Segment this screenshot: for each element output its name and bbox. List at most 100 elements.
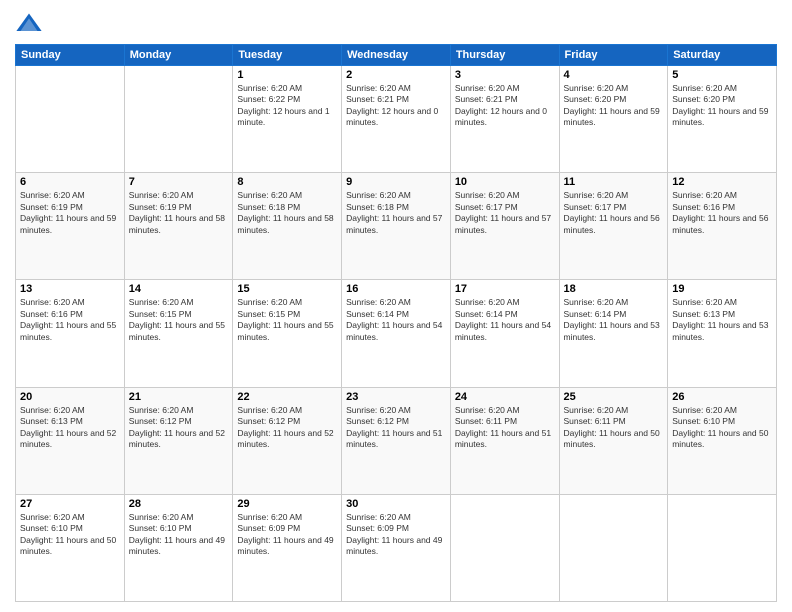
calendar-week-row: 1 Sunrise: 6:20 AM Sunset: 6:22 PM Daylig… bbox=[16, 66, 777, 173]
calendar-cell: 7 Sunrise: 6:20 AM Sunset: 6:19 PM Daylig… bbox=[124, 173, 233, 280]
calendar-cell: 27Sunrise: 6:20 AM Sunset: 6:10 PM Dayli… bbox=[16, 494, 125, 601]
cell-day-number: 14 bbox=[129, 283, 229, 295]
calendar-cell: 8 Sunrise: 6:20 AM Sunset: 6:18 PM Daylig… bbox=[233, 173, 342, 280]
cell-info-text: Sunrise: 6:20 AM Sunset: 6:18 PM Dayligh… bbox=[237, 190, 337, 236]
cell-day-number: 1 bbox=[237, 69, 337, 81]
calendar-cell bbox=[16, 66, 125, 173]
col-header-monday: Monday bbox=[124, 45, 233, 66]
cell-info-text: Sunrise: 6:20 AM Sunset: 6:09 PM Dayligh… bbox=[346, 512, 446, 558]
logo bbox=[15, 10, 47, 38]
calendar-header-row: SundayMondayTuesdayWednesdayThursdayFrid… bbox=[16, 45, 777, 66]
calendar-cell: 4 Sunrise: 6:20 AM Sunset: 6:20 PM Daylig… bbox=[559, 66, 668, 173]
cell-day-number: 11 bbox=[564, 176, 664, 188]
calendar-cell: 3Sunrise: 6:20 AM Sunset: 6:21 PM Daylig… bbox=[450, 66, 559, 173]
calendar-cell: 10 Sunrise: 6:20 AM Sunset: 6:17 PM Dayli… bbox=[450, 173, 559, 280]
cell-info-text: Sunrise: 6:20 AM Sunset: 6:10 PM Dayligh… bbox=[129, 512, 229, 558]
cell-info-text: Sunrise: 6:20 AM Sunset: 6:11 PM Dayligh… bbox=[564, 405, 664, 451]
cell-day-number: 16 bbox=[346, 283, 446, 295]
cell-day-number: 21 bbox=[129, 391, 229, 403]
cell-info-text: Sunrise: 6:20 AM Sunset: 6:13 PM Dayligh… bbox=[672, 297, 772, 343]
cell-day-number: 12 bbox=[672, 176, 772, 188]
calendar-cell: 22 Sunrise: 6:20 AM Sunset: 6:12 PM Dayli… bbox=[233, 387, 342, 494]
cell-info-text: Sunrise: 6:20 AM Sunset: 6:19 PM Dayligh… bbox=[20, 190, 120, 236]
calendar-cell: 16 Sunrise: 6:20 AM Sunset: 6:14 PM Dayli… bbox=[342, 280, 451, 387]
calendar-week-row: 27Sunrise: 6:20 AM Sunset: 6:10 PM Dayli… bbox=[16, 494, 777, 601]
calendar-cell: 12 Sunrise: 6:20 AM Sunset: 6:16 PM Dayli… bbox=[668, 173, 777, 280]
cell-day-number: 7 bbox=[129, 176, 229, 188]
col-header-saturday: Saturday bbox=[668, 45, 777, 66]
page: SundayMondayTuesdayWednesdayThursdayFrid… bbox=[0, 0, 792, 612]
cell-info-text: Sunrise: 6:20 AM Sunset: 6:10 PM Dayligh… bbox=[20, 512, 120, 558]
cell-day-number: 19 bbox=[672, 283, 772, 295]
calendar-cell: 6 Sunrise: 6:20 AM Sunset: 6:19 PM Daylig… bbox=[16, 173, 125, 280]
calendar-cell: 24Sunrise: 6:20 AM Sunset: 6:11 PM Dayli… bbox=[450, 387, 559, 494]
cell-day-number: 28 bbox=[129, 498, 229, 510]
col-header-tuesday: Tuesday bbox=[233, 45, 342, 66]
cell-info-text: Sunrise: 6:20 AM Sunset: 6:20 PM Dayligh… bbox=[672, 83, 772, 129]
calendar-cell bbox=[668, 494, 777, 601]
cell-info-text: Sunrise: 6:20 AM Sunset: 6:14 PM Dayligh… bbox=[455, 297, 555, 343]
cell-day-number: 4 bbox=[564, 69, 664, 81]
col-header-wednesday: Wednesday bbox=[342, 45, 451, 66]
cell-info-text: Sunrise: 6:20 AM Sunset: 6:15 PM Dayligh… bbox=[129, 297, 229, 343]
cell-info-text: Sunrise: 6:20 AM Sunset: 6:12 PM Dayligh… bbox=[237, 405, 337, 451]
calendar-cell: 5Sunrise: 6:20 AM Sunset: 6:20 PM Daylig… bbox=[668, 66, 777, 173]
cell-info-text: Sunrise: 6:20 AM Sunset: 6:21 PM Dayligh… bbox=[455, 83, 555, 129]
calendar-cell: 11Sunrise: 6:20 AM Sunset: 6:17 PM Dayli… bbox=[559, 173, 668, 280]
cell-day-number: 25 bbox=[564, 391, 664, 403]
cell-day-number: 2 bbox=[346, 69, 446, 81]
calendar-cell bbox=[124, 66, 233, 173]
header bbox=[15, 10, 777, 38]
calendar-cell: 23 Sunrise: 6:20 AM Sunset: 6:12 PM Dayli… bbox=[342, 387, 451, 494]
cell-day-number: 22 bbox=[237, 391, 337, 403]
calendar-cell: 14 Sunrise: 6:20 AM Sunset: 6:15 PM Dayli… bbox=[124, 280, 233, 387]
calendar-cell: 1 Sunrise: 6:20 AM Sunset: 6:22 PM Daylig… bbox=[233, 66, 342, 173]
calendar-cell bbox=[559, 494, 668, 601]
calendar-cell: 13 Sunrise: 6:20 AM Sunset: 6:16 PM Dayli… bbox=[16, 280, 125, 387]
cell-info-text: Sunrise: 6:20 AM Sunset: 6:18 PM Dayligh… bbox=[346, 190, 446, 236]
calendar-cell: 21 Sunrise: 6:20 AM Sunset: 6:12 PM Dayli… bbox=[124, 387, 233, 494]
cell-day-number: 8 bbox=[237, 176, 337, 188]
col-header-friday: Friday bbox=[559, 45, 668, 66]
cell-info-text: Sunrise: 6:20 AM Sunset: 6:12 PM Dayligh… bbox=[346, 405, 446, 451]
calendar-cell: 19 Sunrise: 6:20 AM Sunset: 6:13 PM Dayli… bbox=[668, 280, 777, 387]
cell-info-text: Sunrise: 6:20 AM Sunset: 6:19 PM Dayligh… bbox=[129, 190, 229, 236]
cell-info-text: Sunrise: 6:20 AM Sunset: 6:14 PM Dayligh… bbox=[564, 297, 664, 343]
cell-day-number: 13 bbox=[20, 283, 120, 295]
cell-info-text: Sunrise: 6:20 AM Sunset: 6:16 PM Dayligh… bbox=[20, 297, 120, 343]
calendar-cell: 18 Sunrise: 6:20 AM Sunset: 6:14 PM Dayli… bbox=[559, 280, 668, 387]
cell-info-text: Sunrise: 6:20 AM Sunset: 6:20 PM Dayligh… bbox=[564, 83, 664, 129]
cell-day-number: 6 bbox=[20, 176, 120, 188]
calendar-cell: 17Sunrise: 6:20 AM Sunset: 6:14 PM Dayli… bbox=[450, 280, 559, 387]
calendar-cell: 25 Sunrise: 6:20 AM Sunset: 6:11 PM Dayli… bbox=[559, 387, 668, 494]
cell-day-number: 15 bbox=[237, 283, 337, 295]
cell-day-number: 24 bbox=[455, 391, 555, 403]
cell-info-text: Sunrise: 6:20 AM Sunset: 6:12 PM Dayligh… bbox=[129, 405, 229, 451]
cell-info-text: Sunrise: 6:20 AM Sunset: 6:13 PM Dayligh… bbox=[20, 405, 120, 451]
calendar-table: SundayMondayTuesdayWednesdayThursdayFrid… bbox=[15, 44, 777, 602]
calendar-cell: 15Sunrise: 6:20 AM Sunset: 6:15 PM Dayli… bbox=[233, 280, 342, 387]
cell-day-number: 20 bbox=[20, 391, 120, 403]
calendar-cell: 29 Sunrise: 6:20 AM Sunset: 6:09 PM Dayli… bbox=[233, 494, 342, 601]
cell-day-number: 29 bbox=[237, 498, 337, 510]
calendar-cell: 9Sunrise: 6:20 AM Sunset: 6:18 PM Daylig… bbox=[342, 173, 451, 280]
cell-info-text: Sunrise: 6:20 AM Sunset: 6:17 PM Dayligh… bbox=[455, 190, 555, 236]
cell-info-text: Sunrise: 6:20 AM Sunset: 6:14 PM Dayligh… bbox=[346, 297, 446, 343]
calendar-cell: 26Sunrise: 6:20 AM Sunset: 6:10 PM Dayli… bbox=[668, 387, 777, 494]
cell-info-text: Sunrise: 6:20 AM Sunset: 6:21 PM Dayligh… bbox=[346, 83, 446, 129]
calendar-cell: 28 Sunrise: 6:20 AM Sunset: 6:10 PM Dayli… bbox=[124, 494, 233, 601]
calendar-cell: 2 Sunrise: 6:20 AM Sunset: 6:21 PM Daylig… bbox=[342, 66, 451, 173]
calendar-week-row: 6 Sunrise: 6:20 AM Sunset: 6:19 PM Daylig… bbox=[16, 173, 777, 280]
logo-icon bbox=[15, 10, 43, 38]
cell-info-text: Sunrise: 6:20 AM Sunset: 6:09 PM Dayligh… bbox=[237, 512, 337, 558]
cell-info-text: Sunrise: 6:20 AM Sunset: 6:10 PM Dayligh… bbox=[672, 405, 772, 451]
calendar-week-row: 13 Sunrise: 6:20 AM Sunset: 6:16 PM Dayli… bbox=[16, 280, 777, 387]
cell-day-number: 30 bbox=[346, 498, 446, 510]
cell-day-number: 10 bbox=[455, 176, 555, 188]
cell-info-text: Sunrise: 6:20 AM Sunset: 6:22 PM Dayligh… bbox=[237, 83, 337, 129]
cell-day-number: 18 bbox=[564, 283, 664, 295]
cell-day-number: 23 bbox=[346, 391, 446, 403]
cell-info-text: Sunrise: 6:20 AM Sunset: 6:16 PM Dayligh… bbox=[672, 190, 772, 236]
calendar-cell bbox=[450, 494, 559, 601]
calendar-cell: 30 Sunrise: 6:20 AM Sunset: 6:09 PM Dayli… bbox=[342, 494, 451, 601]
